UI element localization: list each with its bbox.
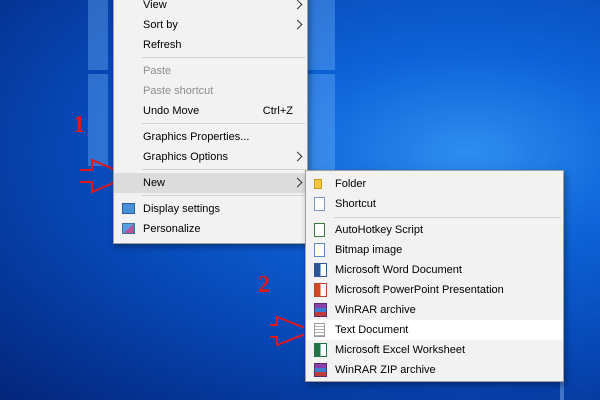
submenu-item-bitmap-image[interactable]: Bitmap image (306, 240, 563, 260)
menu-item-label: Folder (335, 178, 367, 190)
menu-item-label: Graphics Properties... (143, 131, 250, 143)
menu-item-label: Personalize (143, 223, 201, 235)
menu-separator (334, 217, 561, 218)
menu-item-label: Undo Move (143, 105, 200, 117)
powerpoint-icon (314, 283, 327, 297)
menu-item-label: Paste (143, 65, 172, 77)
submenu-item-excel-worksheet[interactable]: Microsoft Excel Worksheet (306, 340, 563, 360)
submenu-item-winrar-archive[interactable]: WinRAR archive (306, 300, 563, 320)
menu-item-view[interactable]: View (114, 0, 307, 15)
menu-separator (142, 57, 305, 58)
menu-item-label: Microsoft Excel Worksheet (335, 344, 466, 356)
chevron-right-icon (292, 151, 303, 162)
menu-item-label: Shortcut (335, 198, 376, 210)
submenu-item-winrar-zip-archive[interactable]: WinRAR ZIP archive (306, 360, 563, 380)
menu-item-refresh[interactable]: Refresh (114, 35, 307, 55)
submenu-item-text-document[interactable]: Text Document (306, 320, 563, 340)
personalize-icon (122, 223, 135, 234)
menu-item-new[interactable]: New (114, 173, 307, 193)
menu-item-personalize[interactable]: Personalize (114, 219, 307, 239)
annotation-number-1: 1 (73, 112, 85, 138)
chevron-right-icon (292, 0, 303, 10)
desktop-context-menu: View Sort by Refresh Paste Paste shortcu… (113, 0, 308, 244)
menu-item-label: Paste shortcut (143, 85, 214, 97)
menu-item-label: Refresh (143, 39, 182, 51)
chevron-right-icon (292, 19, 303, 30)
annotation-arrow-2 (270, 315, 304, 347)
menu-item-label: Sort by (143, 19, 178, 31)
autohotkey-icon (314, 223, 325, 237)
menu-separator (142, 195, 305, 196)
submenu-item-powerpoint-presentation[interactable]: Microsoft PowerPoint Presentation (306, 280, 563, 300)
menu-item-undo-move[interactable]: Undo Move Ctrl+Z (114, 101, 307, 121)
winrar-icon (314, 303, 327, 317)
chevron-right-icon (292, 177, 303, 188)
display-settings-icon (122, 203, 135, 214)
new-submenu: Folder Shortcut AutoHotkey Script Bitmap… (305, 170, 564, 382)
menu-item-paste[interactable]: Paste (114, 61, 307, 81)
menu-item-label: Display settings (143, 203, 221, 215)
menu-item-label: Microsoft PowerPoint Presentation (335, 284, 504, 296)
bitmap-icon (314, 243, 325, 257)
light-beam (305, 0, 335, 70)
menu-item-label: WinRAR ZIP archive (335, 364, 436, 376)
menu-separator (142, 123, 305, 124)
menu-item-label: Microsoft Word Document (335, 264, 462, 276)
menu-item-sort-by[interactable]: Sort by (114, 15, 307, 35)
menu-item-label: WinRAR archive (335, 304, 416, 316)
submenu-item-autohotkey-script[interactable]: AutoHotkey Script (306, 220, 563, 240)
menu-item-display-settings[interactable]: Display settings (114, 199, 307, 219)
submenu-item-shortcut[interactable]: Shortcut (306, 194, 563, 214)
annotation-number-2: 2 (258, 272, 270, 298)
shortcut-icon (314, 197, 325, 211)
menu-item-label: Graphics Options (143, 151, 228, 163)
menu-item-label: View (143, 0, 167, 11)
menu-item-paste-shortcut[interactable]: Paste shortcut (114, 81, 307, 101)
menu-item-label: Text Document (335, 324, 409, 336)
submenu-item-word-document[interactable]: Microsoft Word Document (306, 260, 563, 280)
folder-icon (314, 179, 322, 189)
winrar-zip-icon (314, 363, 327, 377)
text-document-icon (314, 323, 325, 337)
light-beam (88, 0, 108, 70)
shortcut-label: Ctrl+Z (262, 105, 293, 117)
word-icon (314, 263, 327, 277)
menu-separator (142, 169, 305, 170)
excel-icon (314, 343, 327, 357)
menu-item-label: New (143, 177, 166, 189)
light-beam (305, 74, 335, 170)
menu-item-label: Bitmap image (335, 244, 403, 256)
menu-item-graphics-properties[interactable]: Graphics Properties... (114, 127, 307, 147)
submenu-item-folder[interactable]: Folder (306, 174, 563, 194)
menu-item-graphics-options[interactable]: Graphics Options (114, 147, 307, 167)
menu-item-label: AutoHotkey Script (335, 224, 424, 236)
